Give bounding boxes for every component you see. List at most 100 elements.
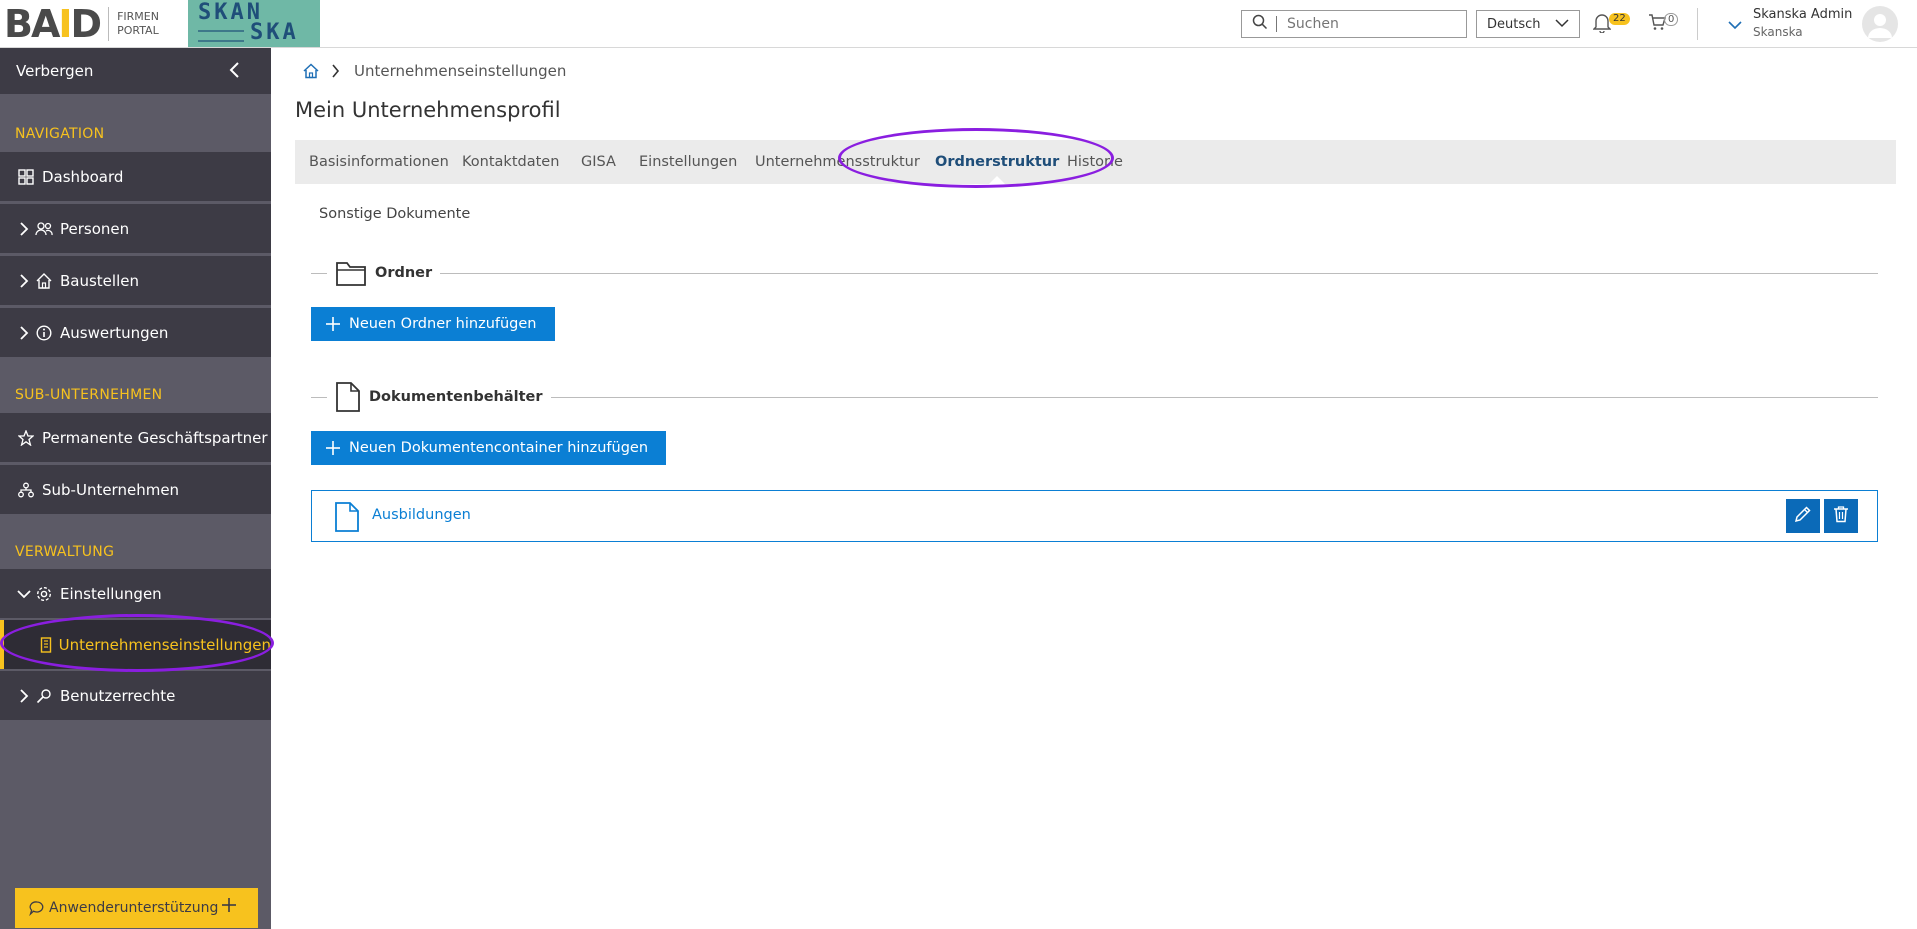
edit-button[interactable]: [1786, 499, 1820, 533]
section-title-verwaltung: VERWALTUNG: [15, 544, 115, 560]
sidebar-item-label: Permanente Geschäftspartner: [42, 428, 268, 447]
bell-icon: [1592, 14, 1612, 37]
sidebar-item-dashboard[interactable]: Dashboard: [0, 152, 271, 201]
sidebar-item-label: Baustellen: [60, 271, 139, 290]
breadcrumb-current: Unternehmenseinstellungen: [354, 62, 567, 80]
tab-historie[interactable]: Historie: [1067, 140, 1123, 184]
logo-separator: [108, 7, 110, 41]
containers-group-label: Dokumentenbehälter: [369, 389, 543, 405]
house-icon: [34, 271, 54, 291]
chat-icon: [29, 900, 45, 916]
tab-kontaktdaten[interactable]: Kontaktdaten: [462, 140, 559, 184]
plus-icon: [220, 896, 238, 918]
main-content: Unternehmenseinstellungen Mein Unternehm…: [271, 48, 1917, 929]
document-label[interactable]: Ausbildungen: [372, 507, 471, 523]
notifications-badge: 22: [1609, 13, 1630, 25]
chevron-right-icon: [14, 688, 34, 704]
cart-button[interactable]: 0: [1648, 13, 1679, 37]
user-avatar-icon: [1868, 14, 1892, 38]
sidebar-item-label: Unternehmenseinstellungen: [58, 635, 271, 654]
tab-unternehmensstruktur[interactable]: Unternehmensstruktur: [755, 140, 920, 184]
logo-portal: PORTAL: [117, 24, 159, 37]
folders-group-label: Ordner: [375, 265, 433, 281]
sidebar-item-label: Auswertungen: [60, 323, 169, 342]
sidebar-item-label: Dashboard: [42, 167, 124, 186]
sidebar-item-auswertungen[interactable]: Auswertungen: [0, 308, 271, 357]
section-title-sub-unternehmen: SUB-UNTERNEHMEN: [15, 387, 163, 403]
user-menu[interactable]: Skanska Admin Skanska: [1728, 6, 1878, 42]
trash-icon: [1833, 505, 1849, 527]
add-folder-label: Neuen Ordner hinzufügen: [349, 316, 537, 332]
dashboard-icon: [16, 167, 36, 187]
add-folder-button[interactable]: Neuen Ordner hinzufügen: [311, 307, 555, 341]
list-item[interactable]: Ausbildungen: [311, 490, 1878, 542]
key-icon: [34, 686, 54, 706]
language-value: Deutsch: [1487, 16, 1541, 32]
user-name: Skanska Admin: [1753, 7, 1853, 22]
support-button[interactable]: Anwenderunterstützung: [15, 888, 258, 928]
chevron-right-icon: [14, 325, 34, 341]
tab-label: Ordnerstruktur: [935, 154, 1060, 170]
skanska-logo: SKAN SKA: [188, 0, 320, 47]
chevron-right-icon: [14, 273, 34, 289]
search-box[interactable]: [1241, 10, 1467, 38]
sidebar-item-sub-unternehmen[interactable]: Sub-Unternehmen: [0, 465, 271, 514]
tab-ordnerstruktur[interactable]: Ordnerstruktur: [935, 140, 1060, 185]
document-icon: [335, 381, 361, 413]
sidebar-item-label: Benutzerrechte: [60, 686, 176, 705]
plus-icon: [325, 316, 341, 332]
search-input[interactable]: [1287, 16, 1437, 32]
logo-baid-right: D: [70, 2, 103, 46]
plus-icon: [325, 440, 341, 456]
chevron-right-icon: [331, 64, 340, 78]
chevron-down-icon: [14, 589, 34, 599]
baid-logo[interactable]: BA I D FIRMEN PORTAL: [4, 4, 159, 44]
sidebar-item-label: Sub-Unternehmen: [42, 480, 180, 499]
header-separator: [1697, 8, 1698, 40]
sidebar-item-einstellungen[interactable]: Einstellungen: [0, 569, 271, 618]
section-title-navigation: NAVIGATION: [15, 126, 105, 142]
search-icon: [1252, 14, 1268, 34]
star-icon: [16, 428, 36, 448]
sidebar: Verbergen NAVIGATION Dashboard Personen …: [0, 48, 271, 929]
sidebar-item-benutzerrechte[interactable]: Benutzerrechte: [0, 671, 271, 720]
document-icon: [334, 501, 360, 537]
sidebar-item-permanente-geschaeftspartner[interactable]: Permanente Geschäftspartner: [0, 413, 271, 462]
logo-firmen: FIRMEN: [117, 10, 159, 23]
add-container-button[interactable]: Neuen Dokumentencontainer hinzufügen: [311, 431, 667, 465]
firmen-portal-label: FIRMEN PORTAL: [117, 10, 159, 38]
sidebar-item-label: Einstellungen: [60, 584, 162, 603]
sidebar-hide-button[interactable]: Verbergen: [0, 48, 271, 94]
sidebar-item-personen[interactable]: Personen: [0, 204, 271, 253]
page-title: Mein Unternehmensprofil: [295, 98, 561, 122]
avatar[interactable]: [1862, 6, 1898, 42]
tab-einstellungen[interactable]: Einstellungen: [639, 140, 737, 184]
sidebar-hide-label: Verbergen: [16, 62, 94, 80]
tab-basisinformationen[interactable]: Basisinformationen: [309, 140, 449, 184]
search-separator: [1276, 16, 1277, 32]
subtab-sonstige-dokumente[interactable]: Sonstige Dokumente: [319, 206, 470, 222]
edit-icon: [1794, 505, 1812, 527]
language-select[interactable]: Deutsch: [1476, 10, 1580, 38]
user-org: Skanska: [1753, 25, 1803, 39]
sidebar-item-label: Personen: [60, 219, 130, 238]
sidebar-item-unternehmenseinstellungen[interactable]: Unternehmenseinstellungen: [0, 620, 271, 669]
notifications-button[interactable]: 22: [1592, 13, 1630, 37]
info-icon: [34, 323, 54, 343]
delete-button[interactable]: [1824, 499, 1858, 533]
containers-group-title: Dokumentenbehälter: [327, 379, 551, 415]
cart-badge: 0: [1664, 13, 1679, 26]
tab-bar: Basisinformationen Kontaktdaten GISA Ein…: [295, 140, 1896, 185]
gear-icon: [34, 584, 54, 604]
group-divider: [311, 273, 1878, 274]
skanska-logo-stripes: [198, 30, 244, 42]
folders-group-title: Ordner: [327, 257, 441, 289]
chevron-down-icon: [1555, 17, 1569, 32]
breadcrumb: Unternehmenseinstellungen: [303, 62, 566, 80]
chevron-down-icon: [1728, 16, 1742, 34]
tab-gisa[interactable]: GISA: [581, 140, 616, 184]
home-icon[interactable]: [303, 63, 319, 79]
building-icon: [40, 635, 53, 655]
people-icon: [34, 219, 54, 239]
sidebar-item-baustellen[interactable]: Baustellen: [0, 256, 271, 305]
